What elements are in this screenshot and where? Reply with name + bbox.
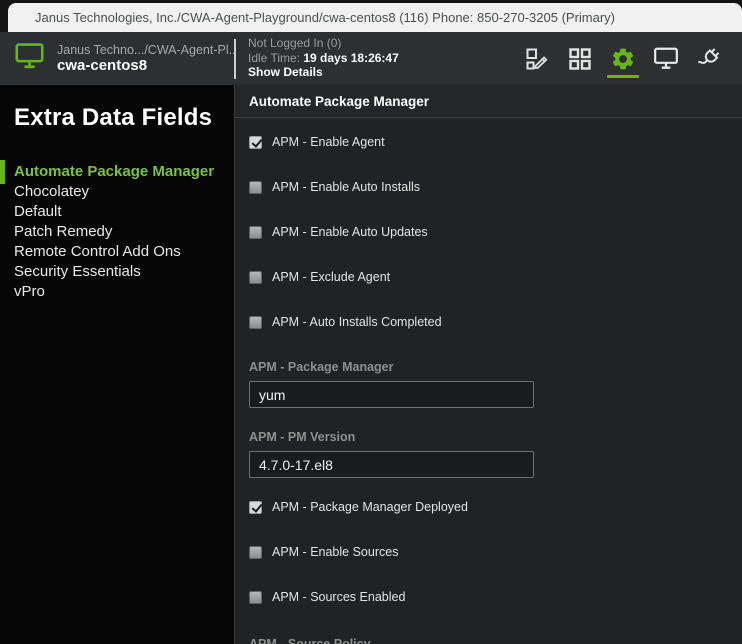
text-field-row: APM - Package Manager — [249, 360, 742, 430]
idle-time-value: 19 days 18:26:47 — [303, 51, 398, 65]
device-summary: Janus Techno.../CWA-Agent-Pl... cwa-cent… — [0, 32, 234, 85]
checkbox-row[interactable]: APM - Auto Installs Completed — [249, 315, 742, 360]
text-field-row: APM - PM Version — [249, 430, 742, 500]
checkbox-row[interactable]: APM - Enable Auto Updates — [249, 225, 742, 270]
checkbox-row[interactable]: APM - Package Manager Deployed — [249, 500, 742, 545]
logged-in-status: Not Logged In (0) — [248, 37, 399, 50]
field-label: APM - Package Manager — [249, 360, 742, 374]
device-name: cwa-centos8 — [57, 57, 234, 74]
edit-data-fields-icon[interactable] — [524, 42, 550, 76]
sidebar-item-security-essentials[interactable]: Security Essentials — [0, 262, 234, 282]
checkbox-row[interactable]: APM - Enable Sources — [249, 545, 742, 590]
checkbox-unchecked[interactable] — [249, 226, 262, 239]
settings-gear-icon[interactable] — [610, 42, 636, 76]
extra-data-fields-form: APM - Enable Agent APM - Enable Auto Inst… — [235, 118, 742, 644]
sidebar-item-patch-remedy[interactable]: Patch Remedy — [0, 222, 234, 242]
grid-apps-icon[interactable] — [567, 42, 593, 76]
checkbox-unchecked[interactable] — [249, 546, 262, 559]
agent-toolbar: Janus Techno.../CWA-Agent-Pl... cwa-cent… — [0, 32, 742, 85]
checkbox-checked[interactable] — [249, 136, 262, 149]
sidebar-item-default[interactable]: Default — [0, 202, 234, 222]
checkbox-label: APM - Enable Sources — [272, 545, 398, 559]
checkbox-label: APM - Enable Auto Installs — [272, 180, 420, 194]
sidebar-list: Automate Package ManagerChocolateyDefaul… — [0, 162, 234, 302]
monitor-screen-icon[interactable] — [653, 42, 679, 76]
sidebar-item-vpro[interactable]: vPro — [0, 282, 234, 302]
field-label: APM - Source Policy — [249, 637, 371, 644]
main-header: Automate Package Manager — [235, 85, 742, 118]
plug-connect-icon[interactable] — [696, 42, 722, 76]
checkbox-label: APM - Sources Enabled — [272, 590, 405, 604]
checkbox-unchecked[interactable] — [249, 181, 262, 194]
checkbox-row[interactable]: APM - Exclude Agent — [249, 270, 742, 315]
sidebar-item-automate-package-manager[interactable]: Automate Package Manager — [0, 162, 234, 182]
device-location-path: Janus Techno.../CWA-Agent-Pl... — [57, 43, 234, 57]
show-details-link[interactable]: Show Details — [248, 66, 399, 79]
window-title-text: Janus Technologies, Inc./CWA-Agent-Playg… — [8, 10, 615, 25]
idle-time-label: Idle Time: — [248, 51, 300, 65]
checkbox-unchecked[interactable] — [249, 316, 262, 329]
sidebar: Extra Data Fields Automate Package Manag… — [0, 85, 234, 644]
checkbox-unchecked[interactable] — [249, 591, 262, 604]
checkbox-label: APM - Auto Installs Completed — [272, 315, 442, 329]
sidebar-item-remote-control-add-ons[interactable]: Remote Control Add Ons — [0, 242, 234, 262]
checkbox-row[interactable]: APM - Sources Enabled — [249, 590, 742, 635]
checkbox-label: APM - Package Manager Deployed — [272, 500, 468, 514]
checkbox-row[interactable]: APM - Enable Agent — [249, 135, 742, 180]
checkbox-row[interactable]: APM - Enable Auto Installs — [249, 180, 742, 225]
field-label: APM - PM Version — [249, 430, 742, 444]
field-input-apm-package-manager[interactable] — [249, 381, 534, 408]
window-title-strip: Janus Technologies, Inc./CWA-Agent-Playg… — [0, 0, 742, 32]
field-input-apm-pm-version[interactable] — [249, 451, 534, 478]
checkbox-label: APM - Enable Auto Updates — [272, 225, 428, 239]
window-title-bar: Janus Technologies, Inc./CWA-Agent-Playg… — [8, 3, 742, 32]
main-panel: Automate Package Manager APM - Enable Ag… — [234, 85, 742, 644]
checkbox-label: APM - Enable Agent — [272, 135, 385, 149]
monitor-icon — [14, 42, 45, 75]
device-text: Janus Techno.../CWA-Agent-Pl... cwa-cent… — [57, 43, 234, 75]
checkbox-label: APM - Exclude Agent — [272, 270, 390, 284]
checkbox-unchecked[interactable] — [249, 271, 262, 284]
main-section-title: Automate Package Manager — [249, 94, 429, 109]
agent-status: Not Logged In (0) Idle Time: 19 days 18:… — [236, 32, 399, 85]
sidebar-title: Extra Data Fields — [0, 104, 234, 132]
app-body: Extra Data Fields Automate Package Manag… — [0, 85, 742, 644]
sidebar-item-chocolatey[interactable]: Chocolatey — [0, 182, 234, 202]
field-row-partial: APM - Source Policy — [249, 635, 742, 644]
toolbar-icon-group — [524, 32, 722, 85]
idle-time: Idle Time: 19 days 18:26:47 — [248, 52, 399, 65]
checkbox-checked[interactable] — [249, 501, 262, 514]
